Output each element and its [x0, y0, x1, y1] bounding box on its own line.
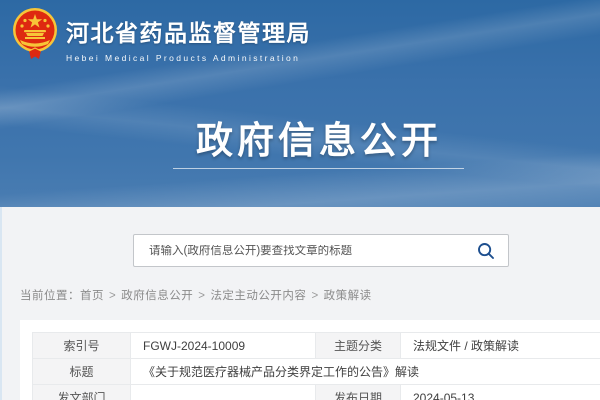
- issuing-department-value: [131, 385, 316, 400]
- title-label: 标题: [33, 359, 131, 385]
- topic-category-label: 主题分类: [316, 333, 401, 359]
- index-number-value: FGWJ-2024-10009: [131, 333, 316, 359]
- search-button[interactable]: [473, 242, 508, 260]
- table-row: 索引号 FGWJ-2024-10009 主题分类 法规文件 / 政策解读: [33, 333, 600, 359]
- search-bar: [133, 234, 509, 267]
- breadcrumb: 当前位置：首页 > 政府信息公开 > 法定主动公开内容 > 政策解读: [20, 287, 372, 303]
- search-icon: [477, 242, 495, 260]
- header-banner: 河北省药品监督管理局 Hebei Medical Products Admini…: [0, 0, 600, 207]
- breadcrumb-gov-info[interactable]: 政府信息公开: [121, 290, 193, 302]
- org-text: 河北省药品监督管理局 Hebei Medical Products Admini…: [66, 7, 311, 63]
- publish-date-value: 2024-05-13: [401, 385, 600, 400]
- breadcrumb-separator: >: [311, 290, 318, 302]
- page-left-border: [0, 207, 2, 400]
- site-logo[interactable]: 河北省药品监督管理局 Hebei Medical Products Admini…: [12, 7, 311, 63]
- document-info-table: 索引号 FGWJ-2024-10009 主题分类 法规文件 / 政策解读 标题 …: [32, 332, 600, 400]
- table-row: 发文部门 发布日期 2024-05-13: [33, 385, 600, 400]
- banner-underline: [173, 168, 464, 169]
- page-title: 政府信息公开: [196, 120, 442, 161]
- org-subtitle: Hebei Medical Products Administration: [66, 53, 311, 63]
- content-panel: 索引号 FGWJ-2024-10009 主题分类 法规文件 / 政策解读 标题 …: [20, 320, 600, 400]
- org-title: 河北省药品监督管理局: [66, 14, 311, 48]
- search-input[interactable]: [134, 245, 473, 257]
- breadcrumb-prefix: 当前位置：: [20, 290, 80, 302]
- publish-date-label: 发布日期: [316, 385, 401, 400]
- topic-category-value: 法规文件 / 政策解读: [401, 333, 600, 359]
- national-emblem-icon: [12, 7, 58, 62]
- breadcrumb-policy-interpretation[interactable]: 政策解读: [324, 290, 372, 302]
- breadcrumb-separator: >: [109, 290, 116, 302]
- index-number-label: 索引号: [33, 333, 131, 359]
- breadcrumb-home[interactable]: 首页: [80, 290, 104, 302]
- table-row: 标题 《关于规范医疗器械产品分类界定工作的公告》解读: [33, 359, 600, 385]
- issuing-department-label: 发文部门: [33, 385, 131, 400]
- breadcrumb-statutory-disclosure[interactable]: 法定主动公开内容: [210, 290, 306, 302]
- title-value: 《关于规范医疗器械产品分类界定工作的公告》解读: [131, 359, 600, 385]
- breadcrumb-separator: >: [198, 290, 205, 302]
